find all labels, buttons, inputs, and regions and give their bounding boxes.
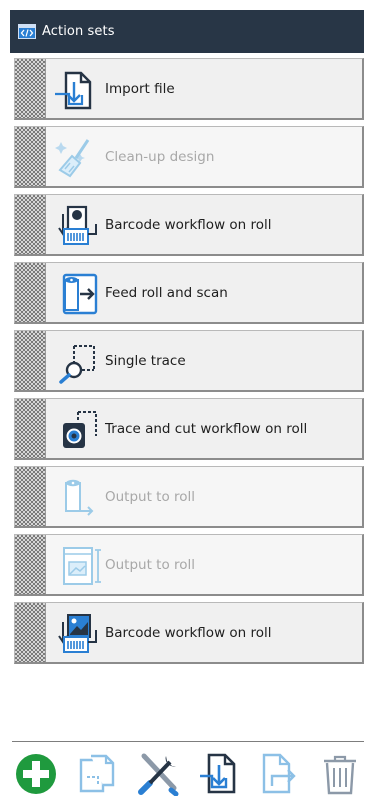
trace-cut-workflow-icon — [52, 408, 102, 452]
code-window-icon — [18, 24, 36, 39]
duplicate-button[interactable] — [76, 752, 120, 796]
toolbar-divider — [12, 741, 364, 742]
import-file-icon — [52, 68, 102, 112]
delete-button[interactable] — [318, 752, 362, 796]
feed-roll-scan-icon — [52, 272, 102, 316]
action-set-item[interactable]: Barcode workflow on roll — [14, 194, 364, 256]
barcode-workflow-image-icon — [52, 612, 102, 656]
add-icon — [16, 754, 56, 794]
action-set-item[interactable]: Output to roll — [14, 466, 364, 528]
edit-tools-button[interactable] — [136, 752, 180, 797]
trash-icon — [324, 755, 356, 795]
barcode-workflow-icon — [52, 204, 102, 248]
duplicate-icon — [79, 754, 115, 793]
action-set-item[interactable]: Single trace — [14, 330, 364, 392]
output-to-roll-icon — [52, 476, 102, 520]
action-set-item[interactable]: Output to roll — [14, 534, 364, 596]
action-set-item[interactable]: Import file — [14, 58, 364, 120]
export-button[interactable] — [258, 752, 302, 796]
single-trace-icon — [52, 340, 102, 384]
add-button[interactable] — [14, 752, 58, 796]
action-set-item[interactable]: Feed roll and scan — [14, 262, 364, 324]
export-icon — [262, 753, 296, 794]
bottom-toolbar — [12, 748, 364, 800]
action-set-item[interactable]: Barcode workflow on roll — [14, 602, 364, 664]
edit-tools-icon — [138, 753, 179, 797]
action-set-label: Output to roll — [105, 556, 196, 573]
output-to-roll-image-icon — [52, 544, 102, 588]
action-set-label: Barcode workflow on roll — [105, 216, 272, 233]
action-set-label: Single trace — [105, 352, 186, 369]
action-set-label: Feed roll and scan — [105, 284, 228, 301]
action-set-item[interactable]: Trace and cut workflow on roll — [14, 398, 364, 460]
drag-handle[interactable] — [15, 127, 46, 186]
drag-handle[interactable] — [15, 535, 46, 594]
clean-up-design-icon — [52, 136, 102, 180]
action-set-label: Trace and cut workflow on roll — [105, 420, 308, 437]
drag-handle[interactable] — [15, 195, 46, 254]
action-set-list: Import file Clean-up design Barcode work… — [14, 58, 364, 670]
drag-handle[interactable] — [15, 399, 46, 458]
drag-handle[interactable] — [15, 603, 46, 662]
drag-handle[interactable] — [15, 467, 46, 526]
drag-handle[interactable] — [15, 59, 46, 118]
action-set-label: Import file — [105, 80, 175, 97]
drag-handle[interactable] — [15, 331, 46, 390]
action-set-item[interactable]: Clean-up design — [14, 126, 364, 188]
drag-handle[interactable] — [15, 263, 46, 322]
import-button[interactable] — [198, 752, 242, 796]
action-set-label: Barcode workflow on roll — [105, 624, 272, 641]
panel-title: Action sets — [42, 24, 115, 39]
panel-titlebar: Action sets — [10, 10, 364, 53]
action-set-label: Output to roll — [105, 488, 196, 505]
action-set-label: Clean-up design — [105, 148, 215, 165]
import-icon — [200, 753, 236, 794]
